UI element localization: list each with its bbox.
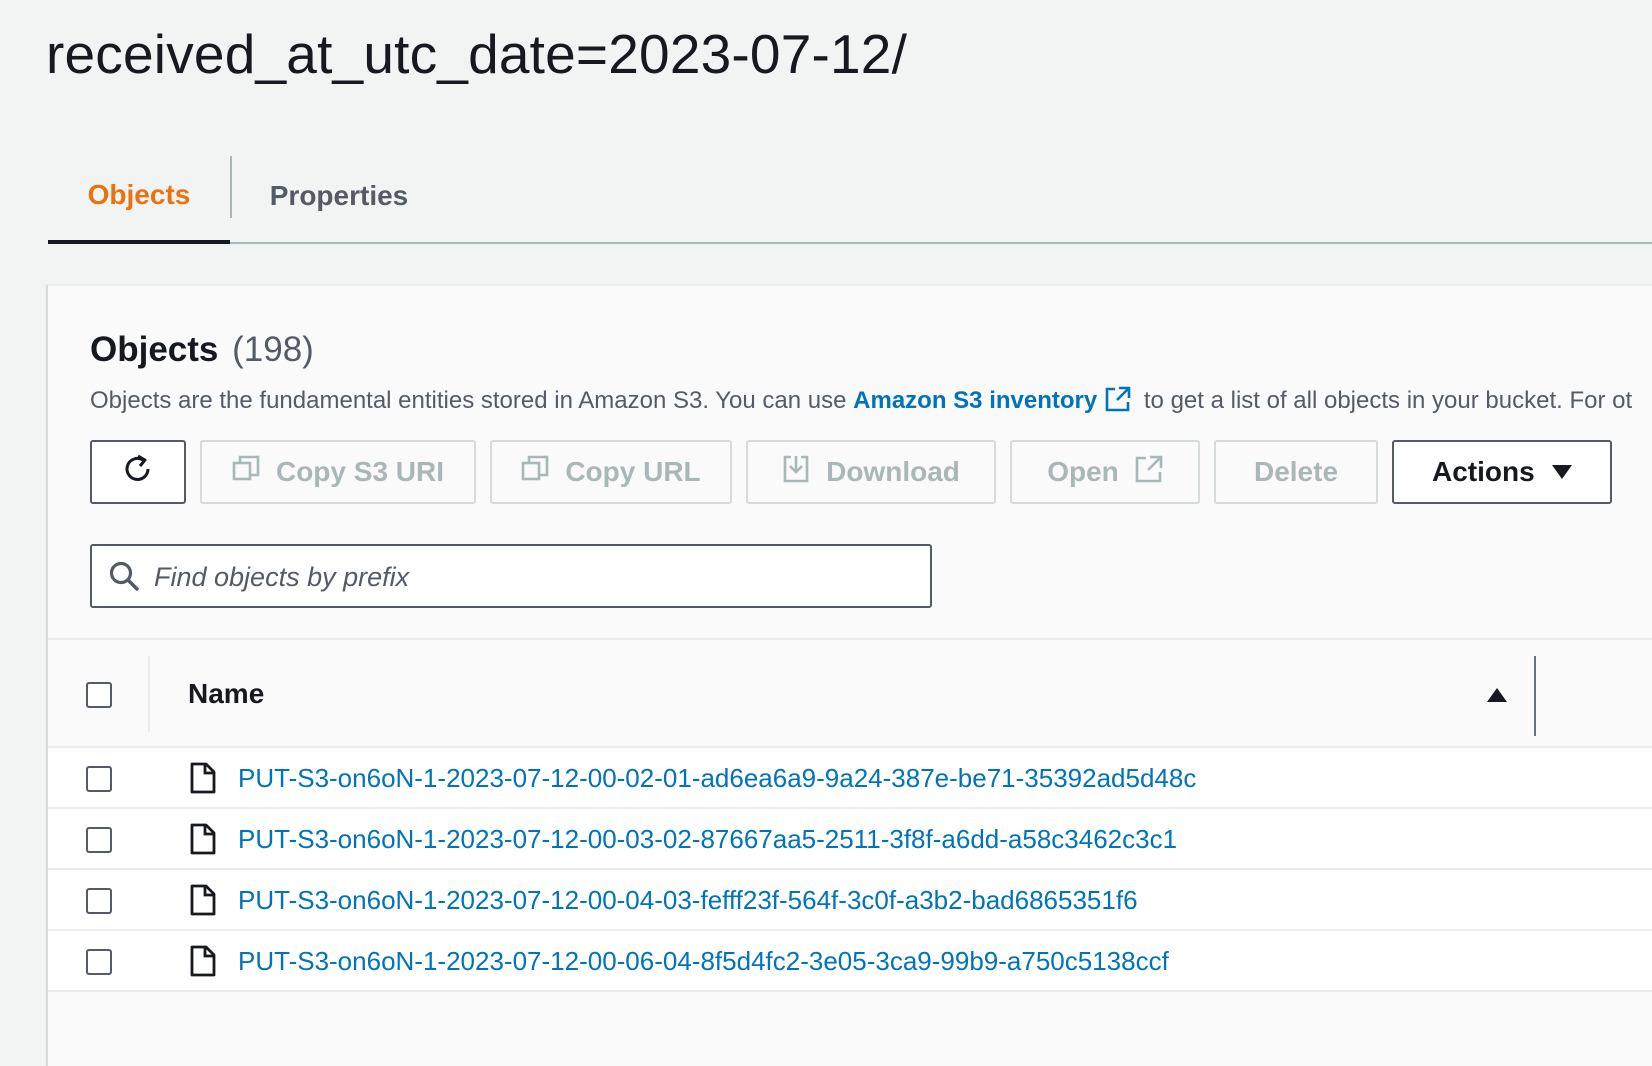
inventory-link[interactable]: Amazon S3 inventory xyxy=(853,387,1097,414)
column-resize-handle[interactable] xyxy=(1534,656,1536,736)
delete-button[interactable]: Delete xyxy=(1214,440,1378,504)
file-icon xyxy=(190,884,216,921)
file-icon xyxy=(190,762,216,799)
actions-label: Actions xyxy=(1432,456,1535,487)
download-button[interactable]: Download xyxy=(746,440,996,504)
search-icon xyxy=(108,560,140,597)
file-icon xyxy=(190,945,216,982)
copy-url-label: Copy URL xyxy=(565,456,701,487)
copy-icon xyxy=(521,455,549,490)
tab-properties[interactable]: Properties xyxy=(234,150,444,242)
table-row: PUT-S3-on6oN-1-2023-07-12-00-02-01-ad6ea… xyxy=(48,748,1652,809)
download-label: Download xyxy=(826,456,960,487)
row-checkbox[interactable] xyxy=(86,888,112,914)
delete-label: Delete xyxy=(1253,456,1339,487)
copy-s3-uri-label: Copy S3 URI xyxy=(275,456,445,487)
external-link-icon[interactable] xyxy=(1105,386,1131,419)
file-icon xyxy=(190,823,216,860)
search-box xyxy=(90,544,932,608)
objects-table: Name PUT-S3-on6oN-1-2023-07-12-00-02-01-… xyxy=(48,638,1652,992)
table-header: Name xyxy=(48,638,1652,748)
description-prefix: Objects are the fundamental entities sto… xyxy=(90,387,854,414)
objects-description: Objects are the fundamental entities sto… xyxy=(90,386,1632,419)
tab-objects[interactable]: Objects xyxy=(48,150,230,244)
column-header-name[interactable]: Name xyxy=(188,678,264,710)
external-link-icon xyxy=(1135,455,1163,490)
select-all-checkbox[interactable] xyxy=(86,682,112,708)
tab-bar: Objects Properties xyxy=(48,150,1652,244)
open-button[interactable]: Open xyxy=(1010,440,1200,504)
row-checkbox[interactable] xyxy=(86,949,112,975)
copy-s3-uri-button[interactable]: Copy S3 URI xyxy=(200,440,476,504)
object-link[interactable]: PUT-S3-on6oN-1-2023-07-12-00-04-03-fefff… xyxy=(238,885,1138,916)
row-checkbox[interactable] xyxy=(86,766,112,792)
table-row: PUT-S3-on6oN-1-2023-07-12-00-04-03-fefff… xyxy=(48,870,1652,931)
search-input[interactable] xyxy=(152,546,916,608)
refresh-icon xyxy=(121,452,155,493)
objects-count: (198) xyxy=(232,330,314,369)
objects-heading-title: Objects xyxy=(90,330,219,369)
column-divider xyxy=(148,656,150,732)
open-label: Open xyxy=(1047,456,1119,487)
table-row: PUT-S3-on6oN-1-2023-07-12-00-03-02-87667… xyxy=(48,809,1652,870)
tab-divider xyxy=(230,156,232,218)
row-checkbox[interactable] xyxy=(86,827,112,853)
description-suffix: to get a list of all objects in your buc… xyxy=(1137,387,1633,414)
actions-dropdown[interactable]: Actions xyxy=(1392,440,1612,504)
table-row: PUT-S3-on6oN-1-2023-07-12-00-06-04-8f5d4… xyxy=(48,931,1652,992)
copy-url-button[interactable]: Copy URL xyxy=(490,440,732,504)
object-link[interactable]: PUT-S3-on6oN-1-2023-07-12-00-06-04-8f5d4… xyxy=(238,946,1169,977)
refresh-button[interactable] xyxy=(90,440,186,504)
sort-ascending-icon[interactable] xyxy=(1486,686,1508,709)
objects-panel: Objects (198) Objects are the fundamenta… xyxy=(46,284,1652,1066)
objects-heading: Objects (198) xyxy=(90,330,314,370)
caret-down-icon xyxy=(1551,456,1573,488)
copy-icon xyxy=(232,455,260,490)
page-title: received_at_utc_date=2023-07-12/ xyxy=(46,23,908,85)
object-link[interactable]: PUT-S3-on6oN-1-2023-07-12-00-03-02-87667… xyxy=(238,824,1177,855)
download-icon xyxy=(782,454,810,491)
object-link[interactable]: PUT-S3-on6oN-1-2023-07-12-00-02-01-ad6ea… xyxy=(238,763,1196,794)
